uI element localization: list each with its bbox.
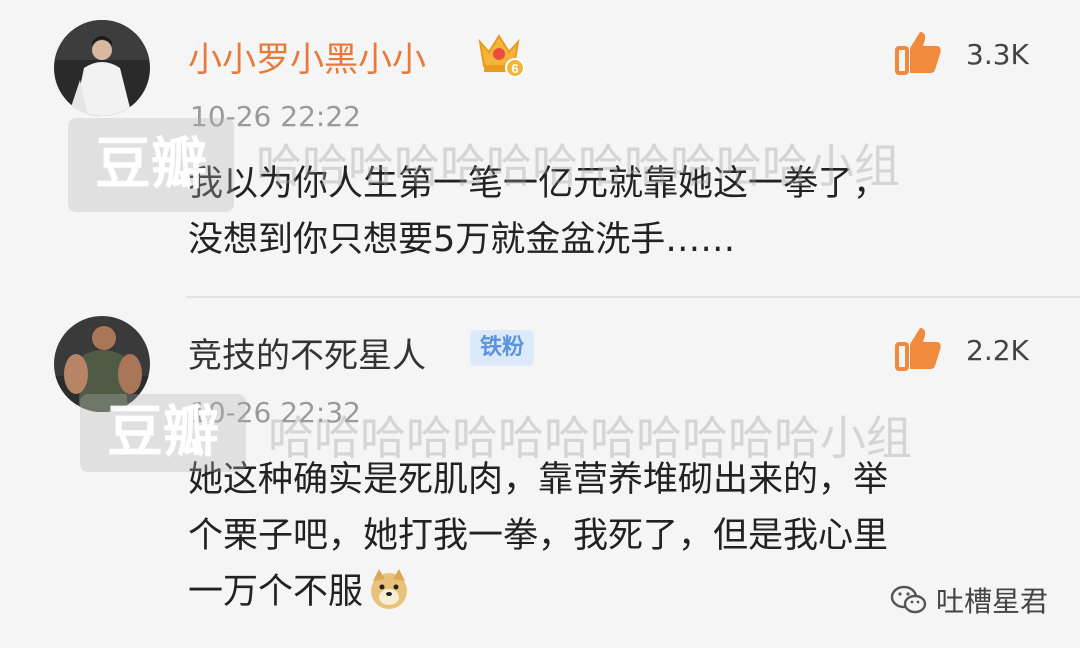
wechat-source: 吐槽星君 [890,580,1048,620]
wechat-icon [890,583,928,617]
like-count: 3.3K [966,38,1029,71]
username[interactable]: 竞技的不死星人 [188,328,426,377]
thumbs-up-icon[interactable] [894,28,944,76]
comment-line: 我以为你人生第一笔一亿元就靠她这一拳了， [188,164,889,204]
comment-line: 个栗子吧，她打我一拳，我死了，但是我心里 [188,516,889,556]
comment-time: 10-26 22:22 [190,100,361,133]
avatar[interactable] [54,316,150,412]
comment-line: 她这种确实是死肌肉，靠营养堆砌出来的，举 [188,460,889,500]
username[interactable]: 小小罗小黑小小 [188,32,426,81]
iron-fan-badge: 铁粉 [470,330,535,366]
thumbs-up-icon[interactable] [894,324,944,372]
like-count: 2.2K [966,334,1029,367]
comment-time: 10-26 22:32 [190,396,361,429]
comment-line: 没想到你只想要5万就金盆洗手…… [188,220,736,260]
doge-emoji-icon [367,567,411,611]
vip-level: 6 [511,61,518,76]
comment-item: 小小罗小黑小小 6 3.3K 10-26 22:22 我以为你人生第一笔一亿元就… [0,0,1080,298]
vip-crown-badge: 6 [474,28,525,78]
source-name: 吐槽星君 [936,585,1049,618]
avatar[interactable] [54,20,150,116]
comment-text: 我以为你人生第一笔一亿元就靠她这一拳了， 没想到你只想要5万就金盆洗手…… [188,156,1048,268]
